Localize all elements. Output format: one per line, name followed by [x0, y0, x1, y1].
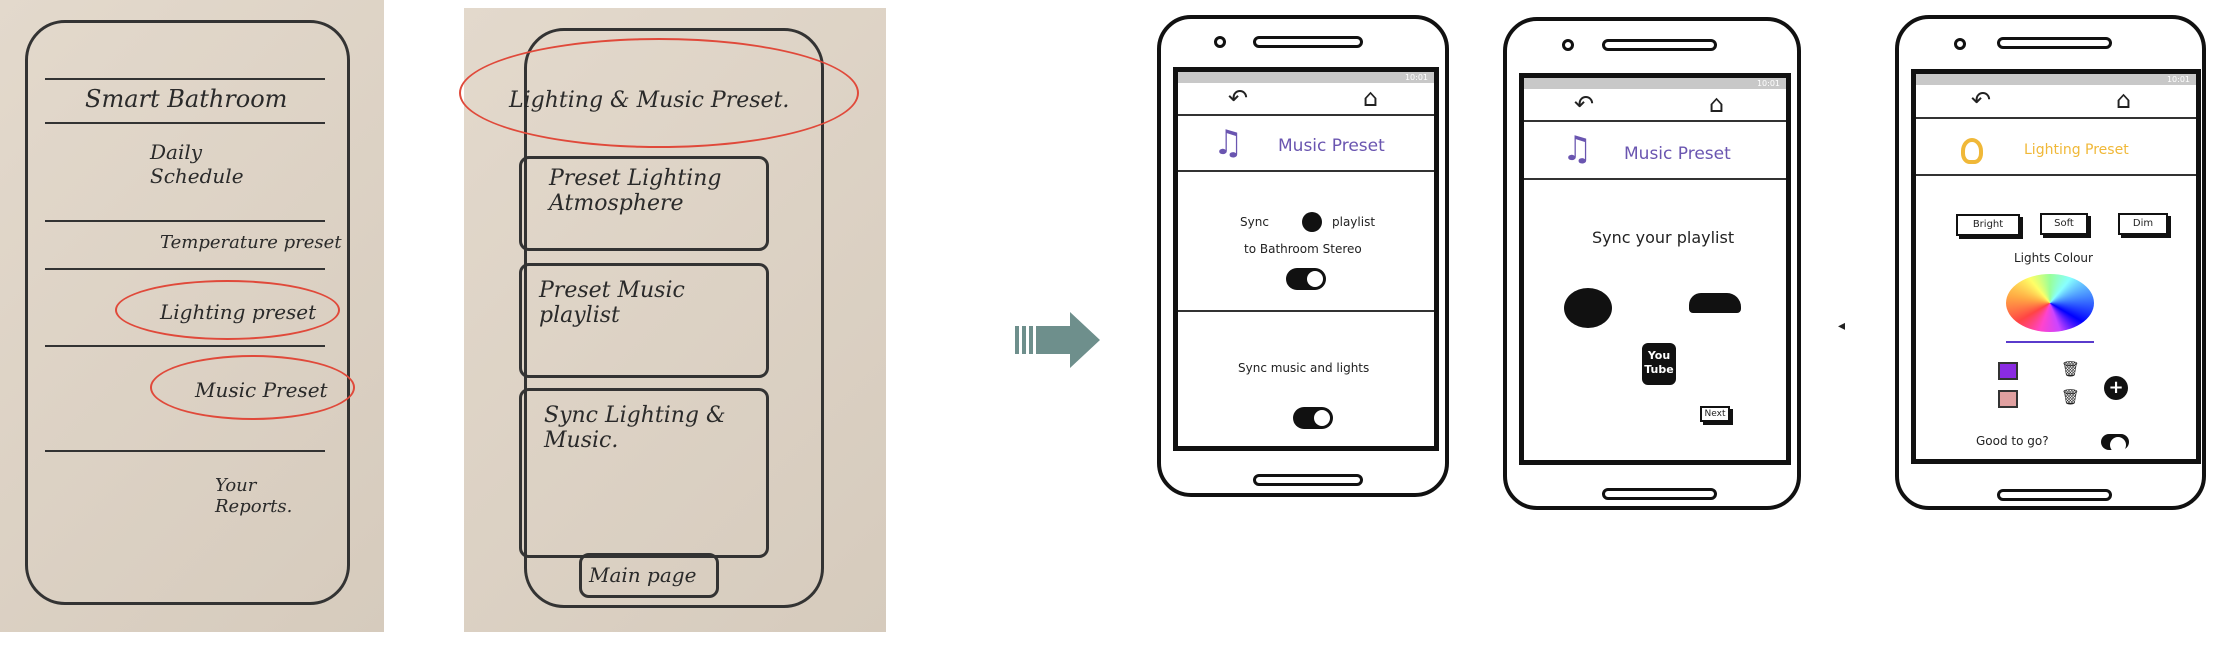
home-icon[interactable]: ⌂ — [1709, 92, 1724, 116]
small-arrow-icon: ◂ — [1838, 318, 1846, 334]
sketch-photo-preset: Lighting & Music Preset. Preset Lighting… — [459, 8, 886, 632]
bright-button[interactable]: Bright — [1956, 214, 2020, 236]
back-icon[interactable]: ↶ — [1574, 92, 1594, 116]
spotify-icon[interactable] — [1564, 288, 1612, 328]
page-title: Lighting Preset — [2024, 142, 2129, 158]
sync-lights-toggle[interactable] — [1293, 407, 1333, 429]
sketch-title: Smart Bathroom — [85, 85, 288, 113]
phone-lighting-preset: 10:01 ↶ ⌂ Lighting Preset Bright Soft Di… — [1895, 15, 2206, 510]
back-icon[interactable]: ↶ — [1971, 88, 1991, 112]
dim-button[interactable]: Dim — [2118, 213, 2168, 235]
status-bar: 10:01 — [1178, 72, 1434, 83]
page-title: Music Preset — [1278, 136, 1385, 156]
flow-arrow-icon — [1015, 312, 1100, 368]
colour-swatch-pink[interactable] — [1998, 390, 2018, 408]
spotify-icon — [1302, 212, 1322, 232]
soft-button[interactable]: Soft — [2040, 213, 2088, 235]
home-icon[interactable]: ⌂ — [2116, 88, 2131, 112]
sketch-photo-home: Smart Bathroom Daily Schedule Temperatur… — [0, 0, 384, 632]
trash-icon[interactable]: 🗑 — [2061, 362, 2080, 377]
back-icon[interactable]: ↶ — [1228, 86, 1248, 110]
sync-playlist-toggle[interactable] — [1286, 268, 1326, 290]
good-to-go-toggle[interactable] — [2101, 434, 2129, 453]
music-note-icon: ♫ — [1562, 129, 1593, 169]
colour-wheel[interactable] — [2006, 274, 2094, 332]
add-colour-icon[interactable]: + — [2104, 376, 2128, 400]
colour-swatch-purple[interactable] — [1998, 362, 2018, 380]
page-title: Music Preset — [1624, 144, 1731, 164]
youtube-icon[interactable]: You Tube — [1642, 343, 1676, 385]
trash-icon[interactable]: 🗑 — [2061, 390, 2080, 405]
music-note-icon: ♫ — [1213, 123, 1244, 163]
lightbulb-icon — [1961, 138, 1983, 164]
phone-music-preset-sync: 10:01 ↶ ⌂ ♫ Music Preset Sync playlist t… — [1157, 15, 1449, 497]
soundcloud-icon[interactable] — [1689, 293, 1741, 313]
brightness-slider[interactable] — [2006, 341, 2094, 343]
home-icon[interactable]: ⌂ — [1363, 86, 1378, 110]
next-button[interactable]: Next — [1700, 406, 1730, 422]
sketch-title: Lighting & Music Preset. — [509, 88, 790, 113]
phone-music-preset-services: 10:01 ↶ ⌂ ♫ Music Preset Sync your playl… — [1503, 17, 1801, 510]
